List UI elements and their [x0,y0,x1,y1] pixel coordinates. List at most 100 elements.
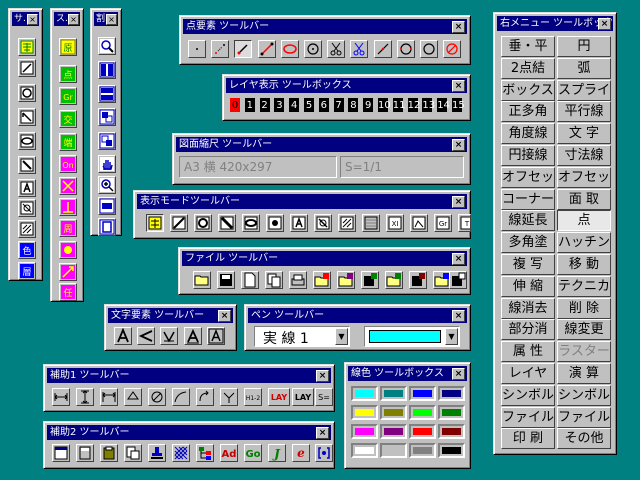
zoom-in-button[interactable] [98,176,116,194]
tree-button[interactable] [196,444,214,462]
toolbar-title[interactable]: 線色 ツールボックス × [348,366,467,381]
color-swatch[interactable] [380,386,407,401]
close-icon[interactable]: × [316,370,329,382]
color-swatch[interactable] [438,443,465,458]
display-point-button[interactable] [266,214,284,232]
text-angle-button[interactable] [137,327,155,345]
menu-button[interactable]: 平行線 [557,101,611,123]
layer-button-11[interactable]: 11 [391,97,406,113]
menu-button[interactable]: シンボル呼 [501,384,555,406]
dimension-button[interactable] [18,199,36,217]
layer-button-9[interactable]: 9 [362,97,375,113]
menu-button[interactable]: 線変更 [557,319,611,341]
snap-endpoint-button[interactable]: 端 [59,133,77,151]
color-swatch[interactable] [351,386,378,401]
snap-free-button[interactable]: 任 [59,283,77,301]
menu-button[interactable]: オフセット2 [557,166,611,188]
dim-parallel-button[interactable] [100,388,118,406]
save-a-button[interactable] [361,271,379,289]
menu-button[interactable]: オフセット1 [501,166,555,188]
box-button[interactable] [18,156,36,174]
toolbar-title[interactable]: 右メニュー ツールボックス × [497,16,613,31]
display-arc-button[interactable] [218,214,236,232]
paste-button[interactable] [124,444,142,462]
save-c-button[interactable] [449,271,467,289]
menu-button[interactable]: 演 算 [557,363,611,384]
snap-intersection-button[interactable]: 交 [59,110,77,128]
calculator-button[interactable] [76,444,94,462]
text-a-button[interactable] [18,179,36,197]
close-icon[interactable]: × [68,14,79,25]
origin-button[interactable]: 原 [59,38,77,56]
open-folder-button[interactable] [193,271,211,289]
close-icon[interactable]: × [452,196,465,208]
dim-balloon-button[interactable] [220,388,238,406]
snap-quadrant-button[interactable] [59,241,77,259]
snap-center-button[interactable] [59,177,77,195]
zoom-window-button[interactable] [98,37,116,55]
open-a-button[interactable] [313,271,331,289]
close-icon[interactable]: × [598,18,611,30]
display-ellipse-button[interactable] [242,214,260,232]
toolbar-title[interactable]: ペン ツールバー × [248,308,467,323]
display-gr-button[interactable]: Gr [434,214,452,232]
menu-button[interactable]: コーナー [501,188,555,210]
display-circle-button[interactable] [194,214,212,232]
color-swatch[interactable] [409,424,436,439]
line-button[interactable] [18,59,36,77]
menu-button[interactable]: 伸 縮 [501,275,555,297]
layer-button-6[interactable]: 6 [317,97,330,113]
toolbar-title[interactable]: 補助1 ツールバー × [47,368,331,383]
menu-button[interactable]: レイヤ [501,363,555,384]
menu-button[interactable]: ボックス [501,79,555,101]
display-fill-button[interactable] [362,214,380,232]
go-button[interactable]: Go [244,444,262,462]
text-box-button[interactable] [207,327,225,345]
dim-angle-button[interactable] [124,388,142,406]
point-line-button[interactable] [211,40,229,58]
toolbar-title[interactable]: 図面縮尺 ツールバー × [176,137,467,152]
layer-button-8[interactable]: 8 [347,97,360,113]
menu-button[interactable]: 文 字 [557,123,611,145]
j-button[interactable]: J [268,444,286,462]
view-next-button[interactable] [98,132,116,150]
point-button[interactable] [188,40,206,58]
circle-center-button[interactable] [304,40,322,58]
close-icon[interactable]: × [218,310,231,322]
menu-button[interactable]: 面 取 [557,188,611,210]
color-swatch[interactable] [409,405,436,420]
close-icon[interactable]: × [106,14,117,25]
dim-leader-button[interactable] [196,388,214,406]
layer-button-15[interactable]: 15 [451,97,465,113]
color-swatch[interactable] [351,405,378,420]
chevron-down-icon[interactable]: ▼ [335,328,348,345]
split-vertical-button[interactable] [98,61,116,79]
layer-button-13[interactable]: 13 [421,97,435,113]
layer-button-0[interactable]: 0 [229,97,241,113]
snap-grid-button[interactable]: Gr [59,87,77,105]
menu-button[interactable]: 正多角 [501,101,555,123]
color-swatch[interactable] [438,424,465,439]
menu-button[interactable]: ファイル1 [501,406,555,428]
menu-button[interactable]: 線延長 [501,210,555,232]
menu-button[interactable]: スプライン [557,79,611,101]
toolbar-title[interactable]: ファイル ツールバー × [182,251,467,266]
print-button[interactable] [289,271,307,289]
toolbar-title[interactable]: 表示モードツールバー × [137,194,467,209]
display-text-button[interactable] [290,214,308,232]
ellipse-select-button[interactable] [281,40,299,58]
display-t-button[interactable]: T [458,214,471,232]
color-swatch[interactable] [438,405,465,420]
menu-button[interactable]: 移 動 [557,254,611,275]
menu-button[interactable]: テクニカル [557,275,611,297]
line-color-select[interactable]: ▼ [364,326,460,347]
snap-on-button[interactable]: On [59,155,77,173]
close-icon[interactable]: × [452,310,465,322]
display-grid-button[interactable] [146,214,164,232]
layer-button-3[interactable]: 3 [273,97,286,113]
lay-button[interactable]: LAY [292,388,314,406]
toolbar-title[interactable]: レイヤ表示 ツールボックス × [226,78,467,93]
split-horizontal-button[interactable] [98,85,116,103]
color-swatch[interactable] [380,443,407,458]
menu-button[interactable]: 寸法線 [557,145,611,166]
